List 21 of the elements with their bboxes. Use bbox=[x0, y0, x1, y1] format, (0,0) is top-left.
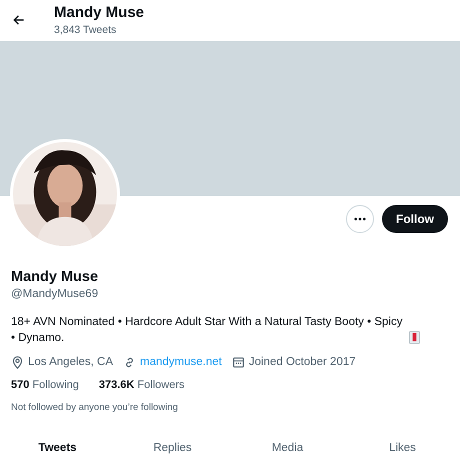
following-link[interactable]: 570 Following bbox=[11, 378, 79, 393]
profile-tab[interactable]: Tweets bbox=[34, 436, 81, 460]
more-button[interactable] bbox=[346, 205, 374, 233]
calendar-icon bbox=[232, 356, 245, 368]
profile-bio: 18+ AVN Nominated • Hardcore Adult Star With a Natural Tasty Booty • Spicy • Dynamo. bbox=[11, 315, 404, 346]
profile-tab[interactable]: Media bbox=[268, 436, 308, 460]
profile-tab[interactable]: Replies bbox=[149, 436, 196, 460]
followers-link[interactable]: 373.6K Followers bbox=[98, 378, 184, 393]
location-icon bbox=[11, 356, 24, 368]
tweet-count: 3,843 Tweets bbox=[54, 23, 118, 37]
location: Los Angeles, CA bbox=[28, 355, 114, 370]
profile-handle: @MandyMuse69 bbox=[11, 287, 100, 302]
book-icon bbox=[409, 331, 420, 344]
follow-button[interactable]: Follow bbox=[382, 205, 448, 233]
profile-name: Mandy Muse bbox=[11, 268, 100, 286]
profile-tab[interactable]: Likes bbox=[385, 436, 420, 460]
join-date: Joined October 2017 bbox=[248, 355, 356, 370]
followed-by-note: Not followed by anyone you’re following bbox=[11, 401, 179, 414]
more-icon bbox=[354, 217, 366, 221]
back-icon[interactable] bbox=[12, 12, 26, 26]
profile-title: Mandy Muse bbox=[54, 4, 144, 22]
